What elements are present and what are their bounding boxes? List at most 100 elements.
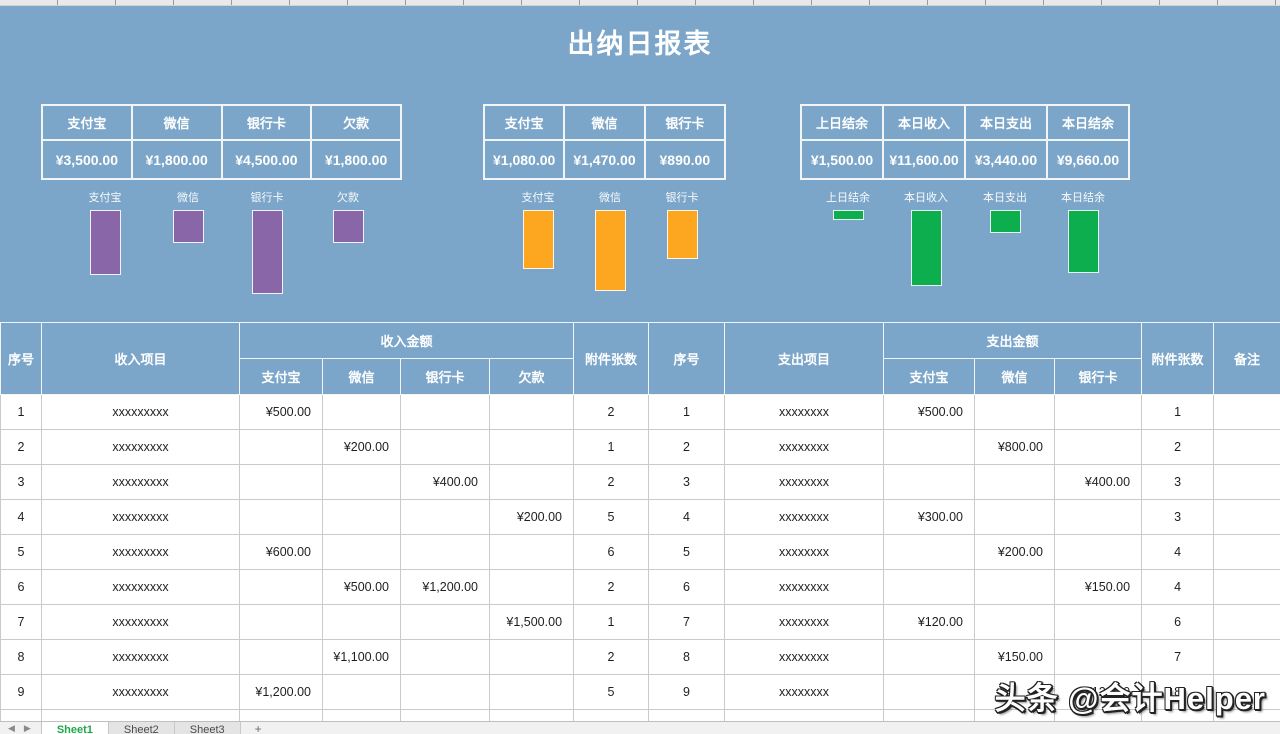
cell[interactable] (401, 640, 490, 675)
cell[interactable] (323, 535, 401, 570)
cell[interactable] (1214, 465, 1280, 500)
cell[interactable]: 5 (574, 675, 649, 710)
col-header-income-debt[interactable]: 欠款 (490, 359, 574, 395)
cell[interactable]: ¥500.00 (884, 395, 975, 430)
cell[interactable] (240, 570, 323, 605)
col-header-expense-item[interactable]: 支出项目 (725, 323, 884, 395)
col-header-income-item[interactable]: 收入项目 (42, 323, 240, 395)
cell[interactable]: ¥1,500.00 (490, 605, 574, 640)
cell[interactable] (490, 570, 574, 605)
sheet-nav-next-icon[interactable]: ▶ (24, 723, 31, 734)
cell[interactable]: 1 (574, 430, 649, 465)
cell[interactable] (1214, 500, 1280, 535)
summary-header-cell[interactable]: 银行卡 (645, 105, 725, 140)
cell[interactable]: 5 (574, 500, 649, 535)
cell[interactable] (1214, 605, 1280, 640)
cell[interactable]: 7 (649, 605, 725, 640)
cell[interactable]: xxxxxxxxx (42, 640, 240, 675)
cell[interactable]: xxxxxxxx (725, 640, 884, 675)
cell[interactable] (490, 430, 574, 465)
cell[interactable] (1055, 605, 1142, 640)
col-header-expense-amount[interactable]: 支出金额 (884, 323, 1142, 359)
cell[interactable]: ¥400.00 (1055, 465, 1142, 500)
cell[interactable]: ¥600.00 (240, 535, 323, 570)
cell[interactable] (401, 430, 490, 465)
cell[interactable]: 7 (1142, 640, 1214, 675)
cell[interactable]: xxxxxxxxx (42, 570, 240, 605)
cell[interactable] (975, 500, 1055, 535)
cell[interactable] (240, 465, 323, 500)
cell[interactable]: 7 (1, 605, 42, 640)
cell[interactable] (490, 465, 574, 500)
cell[interactable]: xxxxxxxxx (42, 675, 240, 710)
cell[interactable] (884, 640, 975, 675)
sheet-tab-sheet1[interactable]: Sheet1 (41, 722, 109, 734)
cell[interactable]: xxxxxxxx (725, 500, 884, 535)
summary-header-cell[interactable]: 支付宝 (42, 105, 132, 140)
cell[interactable] (490, 675, 574, 710)
cell[interactable] (1055, 395, 1142, 430)
summary-value-cell[interactable]: ¥1,800.00 (311, 140, 401, 179)
cell[interactable] (1055, 640, 1142, 675)
cell[interactable]: 2 (574, 465, 649, 500)
sheet-nav-prev-icon[interactable]: ◀ (8, 723, 15, 734)
cell[interactable]: 8 (649, 640, 725, 675)
cell[interactable]: 8 (1, 640, 42, 675)
cell[interactable]: 1 (574, 605, 649, 640)
cell[interactable] (975, 570, 1055, 605)
cell[interactable]: 4 (1142, 535, 1214, 570)
cell[interactable]: 6 (649, 570, 725, 605)
col-header-expense-index[interactable]: 序号 (649, 323, 725, 395)
sheet-tab-sheet2[interactable]: Sheet2 (109, 722, 175, 734)
cell[interactable]: xxxxxxxxx (42, 605, 240, 640)
cell[interactable]: xxxxxxxx (725, 465, 884, 500)
col-header-expense-attachments[interactable]: 附件张数 (1142, 323, 1214, 395)
cell[interactable]: ¥400.00 (401, 465, 490, 500)
col-header-expense-wechat[interactable]: 微信 (975, 359, 1055, 395)
summary-header-cell[interactable]: 微信 (132, 105, 222, 140)
cell[interactable] (323, 605, 401, 640)
cell[interactable] (323, 395, 401, 430)
summary-header-cell[interactable]: 欠款 (311, 105, 401, 140)
col-header-expense-bank[interactable]: 银行卡 (1055, 359, 1142, 395)
cell[interactable]: xxxxxxxxx (42, 395, 240, 430)
cell[interactable] (490, 535, 574, 570)
cell[interactable]: 5 (1, 535, 42, 570)
col-header-note[interactable]: 备注 (1214, 323, 1280, 395)
cell[interactable] (975, 465, 1055, 500)
summary-value-cell[interactable]: ¥1,500.00 (801, 140, 883, 179)
col-header-income-amount[interactable]: 收入金额 (240, 323, 574, 359)
cell[interactable] (884, 675, 975, 710)
cell[interactable]: 2 (574, 395, 649, 430)
cell[interactable]: xxxxxxxxx (42, 465, 240, 500)
cell[interactable]: 6 (574, 535, 649, 570)
cell[interactable]: 3 (1142, 500, 1214, 535)
cell[interactable] (240, 430, 323, 465)
cell[interactable]: xxxxxxxx (725, 675, 884, 710)
col-header-income-bank[interactable]: 银行卡 (401, 359, 490, 395)
cell[interactable]: 4 (1, 500, 42, 535)
cell[interactable]: xxxxxxxxx (42, 430, 240, 465)
cell[interactable]: ¥200.00 (323, 430, 401, 465)
cell[interactable]: xxxxxxxx (725, 535, 884, 570)
cell[interactable] (490, 395, 574, 430)
summary-header-cell[interactable]: 微信 (564, 105, 644, 140)
cell[interactable] (323, 465, 401, 500)
cell[interactable]: xxxxxxxx (725, 605, 884, 640)
cell[interactable] (240, 605, 323, 640)
col-header-income-attachments[interactable]: 附件张数 (574, 323, 649, 395)
cell[interactable]: ¥200.00 (490, 500, 574, 535)
summary-value-cell[interactable]: ¥1,080.00 (484, 140, 564, 179)
cell[interactable]: ¥200.00 (975, 535, 1055, 570)
summary-value-cell[interactable]: ¥3,500.00 (42, 140, 132, 179)
col-header-income-index[interactable]: 序号 (1, 323, 42, 395)
cell[interactable] (1055, 430, 1142, 465)
sheet-tab-sheet3[interactable]: Sheet3 (175, 722, 241, 734)
cell[interactable] (240, 500, 323, 535)
cell[interactable] (240, 640, 323, 675)
cell[interactable]: ¥150.00 (975, 640, 1055, 675)
cell[interactable]: xxxxxxxxx (42, 535, 240, 570)
col-header-income-wechat[interactable]: 微信 (323, 359, 401, 395)
summary-header-cell[interactable]: 支付宝 (484, 105, 564, 140)
cell[interactable]: ¥500.00 (240, 395, 323, 430)
